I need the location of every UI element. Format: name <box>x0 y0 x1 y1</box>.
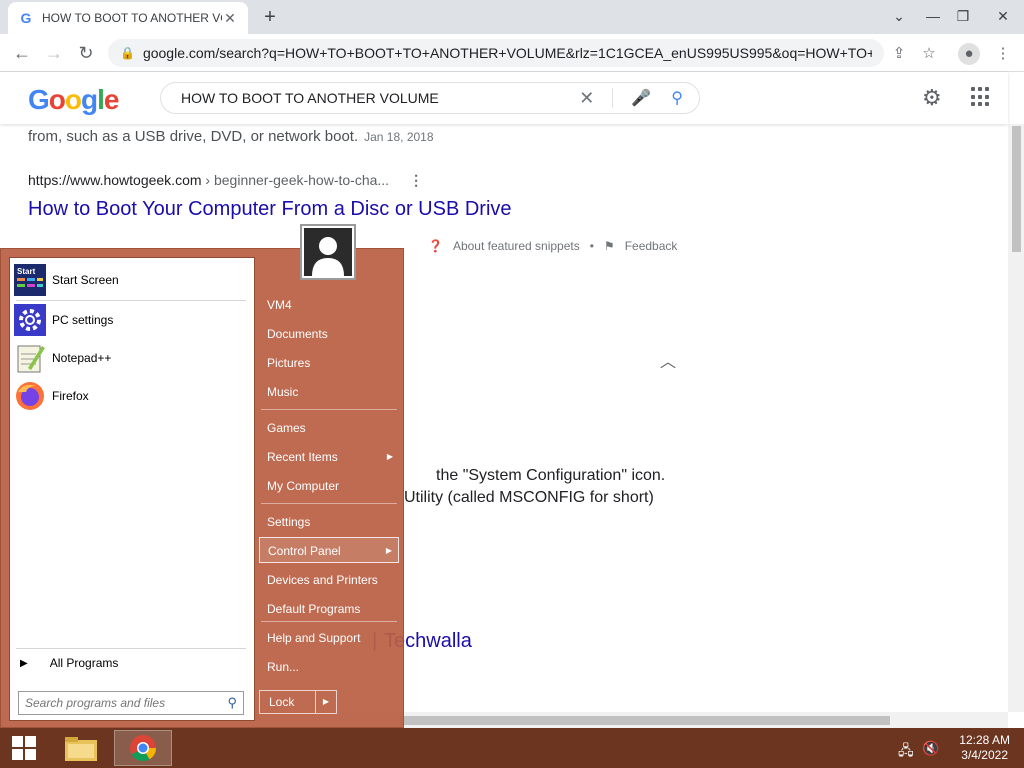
notepad-plus-plus-item[interactable]: Notepad++ <box>14 340 250 376</box>
user-avatar-icon <box>304 228 352 276</box>
search-icon[interactable]: ⚲ <box>671 88 683 108</box>
start-item-recent-items[interactable]: Recent Items ▶ <box>259 444 399 470</box>
gear-icon <box>14 304 46 336</box>
snippet-line: Utility (called MSCONFIG for short) <box>404 489 654 506</box>
start-item-default-programs[interactable]: Default Programs <box>259 596 399 622</box>
network-icon[interactable]: 🖧 <box>898 740 914 764</box>
browser-tab-strip: G HOW TO BOOT TO ANOTHER VOLUME ✕ + ⌄ — … <box>0 0 1024 34</box>
taskbar-chrome[interactable] <box>114 730 172 766</box>
forward-button[interactable]: → <box>40 40 68 66</box>
volume-muted-icon[interactable]: 🔇 <box>922 740 939 757</box>
start-item-devices-and-printers[interactable]: Devices and Printers <box>259 567 399 593</box>
chrome-icon <box>130 735 157 762</box>
submenu-arrow-icon: ▶ <box>385 546 392 555</box>
microphone-icon[interactable]: 🎤 <box>612 88 651 108</box>
start-item-games[interactable]: Games <box>259 415 399 441</box>
firefox-item[interactable]: Firefox <box>14 378 250 414</box>
google-header: Google HOW TO BOOT TO ANOTHER VOLUME ✕ 🎤… <box>0 72 1008 124</box>
google-search-box[interactable]: HOW TO BOOT TO ANOTHER VOLUME ✕ 🎤 ⚲ <box>160 82 700 114</box>
menu-item-label: PC settings <box>52 313 114 327</box>
lock-button-group: Lock ▶ <box>259 690 337 714</box>
tab-search-icon[interactable]: ⌄ <box>882 0 916 34</box>
menu-item-label: Start Screen <box>52 273 119 287</box>
start-item-pictures[interactable]: Pictures <box>259 350 399 376</box>
clock-time: 12:28 AM <box>959 733 1010 747</box>
start-menu-programs-pane: Start Start Screen PC settings Notepad++… <box>9 257 255 721</box>
reload-button[interactable]: ↻ <box>72 40 100 66</box>
all-programs-button[interactable]: ▶ All Programs <box>20 656 118 670</box>
address-bar[interactable]: 🔒 google.com/search?q=HOW+TO+BOOT+TO+ANO… <box>108 39 884 67</box>
start-screen-item[interactable]: Start Start Screen <box>14 262 250 298</box>
triangle-right-icon: ▶ <box>20 657 28 669</box>
start-item-settings[interactable]: Settings <box>259 509 399 535</box>
featured-snippet-text: from, such as a USB drive, DVD, or netwo… <box>28 128 434 145</box>
pc-settings-item[interactable]: PC settings <box>14 302 250 338</box>
tab-title: HOW TO BOOT TO ANOTHER VOLUME <box>42 11 222 25</box>
menu-item-label: Firefox <box>52 389 89 403</box>
snippet-meta: ❓ About featured snippets • ⚑ Feedback <box>428 239 678 253</box>
start-item-documents[interactable]: Documents <box>259 321 399 347</box>
more-options-icon: ⋮ <box>409 172 424 188</box>
about-featured-snippets-link[interactable]: About featured snippets <box>453 239 580 253</box>
bookmark-star-icon[interactable]: ☆ <box>918 43 940 65</box>
minimize-button[interactable]: — <box>916 0 950 34</box>
feedback-link[interactable]: Feedback <box>625 239 678 253</box>
browser-tab[interactable]: G HOW TO BOOT TO ANOTHER VOLUME ✕ <box>8 2 248 34</box>
help-icon[interactable]: ❓ <box>428 239 443 253</box>
address-url[interactable]: google.com/search?q=HOW+TO+BOOT+TO+ANOTH… <box>143 45 872 61</box>
snippet-line: the "System Configuration" icon. <box>436 467 666 484</box>
user-account-picture[interactable] <box>300 224 356 280</box>
menu-item-label: Notepad++ <box>52 351 112 365</box>
restore-button[interactable]: ❐ <box>946 0 980 34</box>
settings-gear-icon[interactable]: ⚙ <box>922 85 942 111</box>
result-title-link[interactable]: How to Boot Your Computer From a Disc or… <box>28 198 512 221</box>
share-icon[interactable]: ⇪ <box>888 43 910 65</box>
system-clock[interactable]: 12:28 AM 3/4/2022 <box>959 733 1010 763</box>
vertical-scrollbar[interactable] <box>1008 124 1024 712</box>
new-tab-button[interactable]: + <box>258 6 282 30</box>
feedback-icon[interactable]: ⚑ <box>604 239 615 253</box>
lock-button[interactable]: Lock <box>260 691 316 713</box>
start-search-box[interactable]: ⚲ <box>18 691 244 715</box>
start-item-help-and-support[interactable]: Help and Support <box>259 625 399 651</box>
search-query[interactable]: HOW TO BOOT TO ANOTHER VOLUME <box>181 90 579 106</box>
notepad-icon <box>14 342 46 374</box>
google-doodle-logo[interactable]: Google <box>28 84 119 116</box>
close-window-button[interactable]: ✕ <box>986 0 1020 34</box>
back-button[interactable]: ← <box>8 40 36 66</box>
start-item-vm4[interactable]: VM4 <box>259 292 399 318</box>
clear-search-icon[interactable]: ✕ <box>579 88 594 109</box>
submenu-arrow-icon: ▶ <box>386 452 393 461</box>
start-item-run[interactable]: Run... <box>259 654 399 680</box>
result-citation[interactable]: https://www.howtogeek.com › beginner-gee… <box>28 172 423 189</box>
lock-options-arrow-icon[interactable]: ▶ <box>316 691 336 713</box>
chevron-up-icon[interactable]: ︿ <box>660 348 676 372</box>
start-item-my-computer[interactable]: My Computer <box>259 473 399 499</box>
taskbar-file-explorer[interactable] <box>52 730 110 766</box>
start-screen-icon: Start <box>14 264 46 296</box>
profile-avatar[interactable]: ● <box>958 43 980 65</box>
windows-logo-icon <box>12 736 36 760</box>
folder-icon <box>65 737 97 761</box>
google-favicon-icon: G <box>20 10 32 26</box>
taskbar: 🖧 🔇 12:28 AM 3/4/2022 <box>0 728 1024 768</box>
start-button[interactable] <box>0 728 48 768</box>
google-apps-icon[interactable] <box>971 87 991 107</box>
svg-text:Start: Start <box>17 267 36 276</box>
firefox-icon <box>14 380 46 412</box>
start-menu: Start Start Screen PC settings Notepad++… <box>0 248 404 728</box>
browser-menu-icon[interactable]: ⋮ <box>992 43 1014 65</box>
search-icon[interactable]: ⚲ <box>227 695 237 711</box>
clock-date: 3/4/2022 <box>961 748 1008 762</box>
lock-icon[interactable]: 🔒 <box>120 46 135 60</box>
tab-close-icon[interactable]: ✕ <box>222 10 238 27</box>
browser-toolbar: ← → ↻ 🔒 google.com/search?q=HOW+TO+BOOT+… <box>0 34 1024 72</box>
start-item-music[interactable]: Music <box>259 379 399 405</box>
search-programs-input[interactable] <box>25 696 228 710</box>
start-item-control-panel[interactable]: Control Panel ▶ <box>259 537 399 563</box>
